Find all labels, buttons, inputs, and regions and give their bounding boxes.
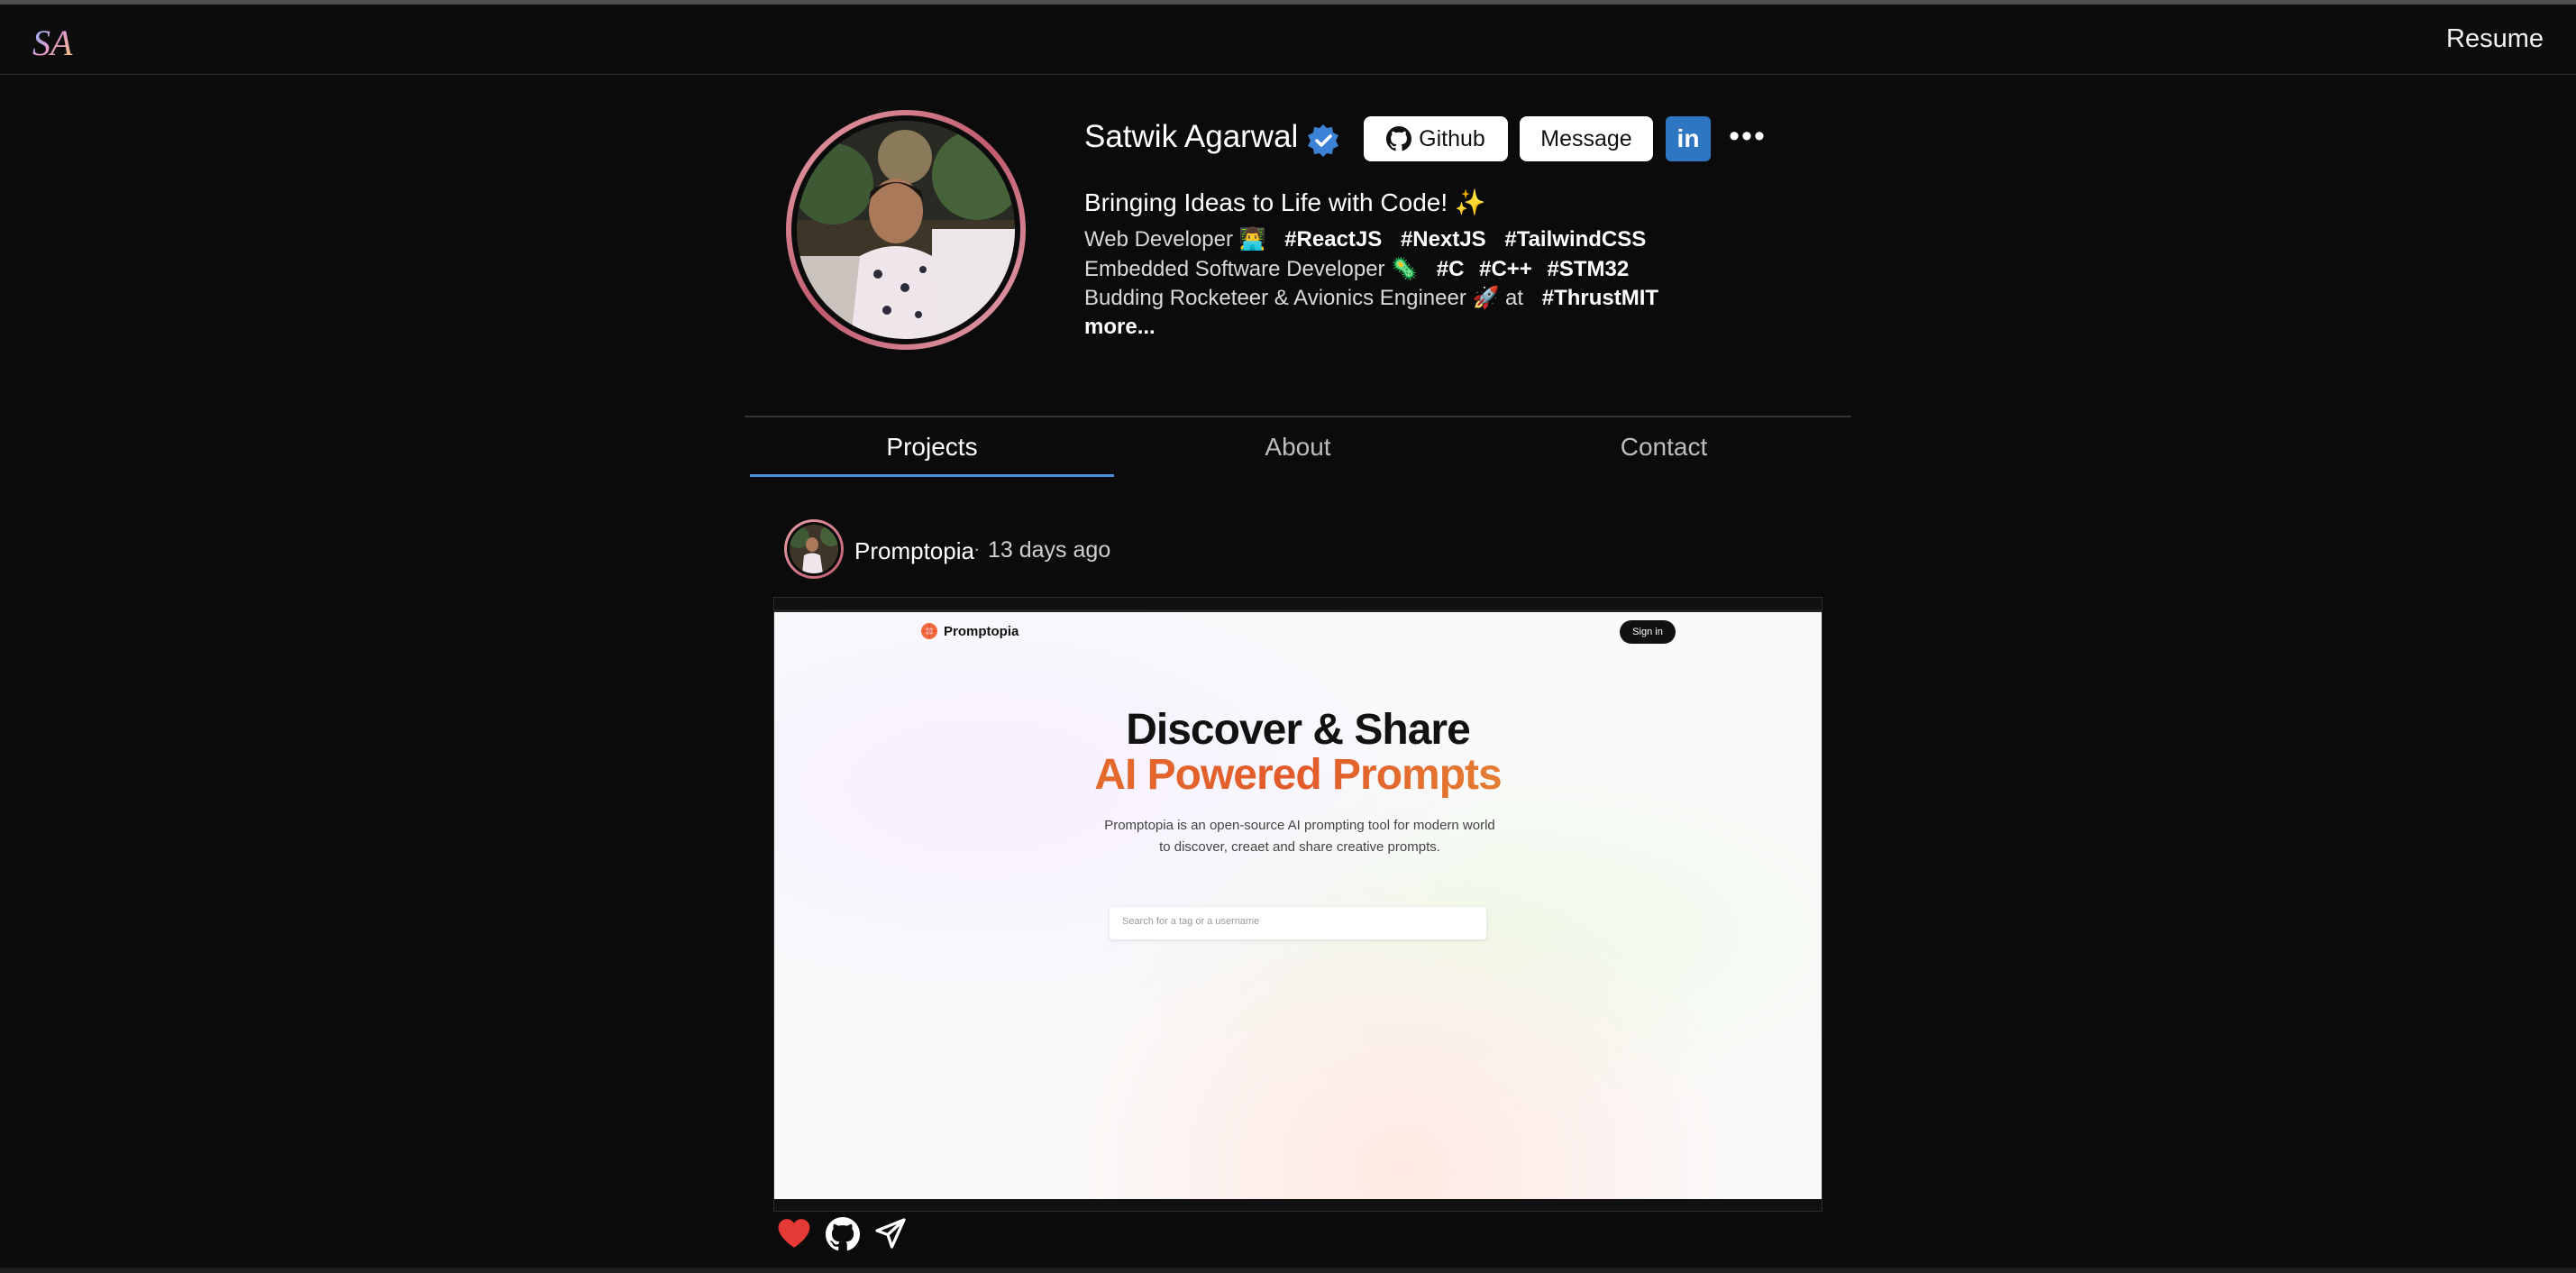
tab-about[interactable]: About bbox=[1118, 433, 1478, 462]
profile-name: Satwik Agarwal bbox=[1084, 119, 1299, 154]
profile-photo bbox=[797, 121, 1015, 339]
hashtag-link[interactable]: #C bbox=[1437, 257, 1465, 281]
window-bottom-edge bbox=[0, 1268, 2576, 1273]
linkedin-icon: in bbox=[1676, 124, 1700, 152]
profile-avatar[interactable] bbox=[786, 110, 1026, 350]
bio-text: Budding Rocketeer & Avionics Engineer 🚀 … bbox=[1084, 286, 1524, 310]
bio-line-embedded: Embedded Software Developer 🦠 #C #C++ #S… bbox=[1084, 256, 1629, 282]
like-heart-icon[interactable] bbox=[777, 1217, 811, 1253]
screenshot-description: Promptopia is an open-source AI promptin… bbox=[1104, 818, 1495, 855]
github-icon[interactable] bbox=[826, 1217, 860, 1253]
bio-text: Web Developer 👨‍💻 bbox=[1084, 227, 1266, 252]
post-author-avatar[interactable] bbox=[784, 519, 844, 579]
send-icon[interactable] bbox=[874, 1217, 907, 1253]
section-divider bbox=[744, 416, 1851, 417]
promptopia-logo-icon bbox=[921, 623, 937, 639]
hashtag-link[interactable]: #C++ bbox=[1479, 257, 1532, 281]
logo[interactable]: SA bbox=[31, 21, 81, 64]
resume-link[interactable]: Resume bbox=[2446, 24, 2544, 54]
profile-tagline: Bringing Ideas to Life with Code! ✨ bbox=[1084, 188, 1486, 216]
more-options-icon[interactable]: ••• bbox=[1725, 121, 1770, 157]
screenshot-brand: Promptopia bbox=[920, 622, 1019, 640]
hashtag-link[interactable]: #ReactJS bbox=[1284, 227, 1382, 252]
screenshot-heading-1: Discover & Share bbox=[1126, 706, 1471, 754]
post-screenshot[interactable]: Promptopia Sign in Discover & Share AI P… bbox=[774, 609, 1822, 1199]
active-tab-indicator bbox=[750, 474, 1114, 477]
github-icon bbox=[1386, 126, 1412, 151]
logo-text: SA bbox=[32, 23, 73, 63]
top-navbar: SA Resume bbox=[0, 5, 2576, 75]
hashtag-link[interactable]: #STM32 bbox=[1548, 257, 1630, 281]
screenshot-signin-button: Sign in bbox=[1620, 620, 1676, 644]
hashtag-link[interactable]: #TailwindCSS bbox=[1504, 227, 1646, 252]
tab-projects[interactable]: Projects bbox=[752, 433, 1112, 462]
post-separator: · bbox=[973, 537, 981, 560]
github-button-label: Github bbox=[1419, 125, 1485, 151]
post-title[interactable]: Promptopia bbox=[854, 537, 974, 565]
hashtag-link[interactable]: #ThrustMIT bbox=[1542, 286, 1658, 310]
bio-more-link[interactable]: more... bbox=[1084, 315, 1156, 340]
message-button[interactable]: Message bbox=[1520, 116, 1653, 161]
screenshot-brand-name: Promptopia bbox=[944, 623, 1019, 639]
verified-badge-icon bbox=[1305, 123, 1341, 159]
screenshot-heading-2: AI Powered Prompts bbox=[774, 750, 1822, 800]
screenshot-search-field: Search for a tag or a username bbox=[1110, 907, 1486, 939]
screenshot-top-bar bbox=[774, 609, 1822, 612]
github-button[interactable]: Github bbox=[1364, 116, 1508, 161]
linkedin-button[interactable]: in bbox=[1666, 116, 1711, 161]
post-timestamp: 13 days ago bbox=[988, 537, 1111, 563]
bio-line-rocketry: Budding Rocketeer & Avionics Engineer 🚀 … bbox=[1084, 285, 1658, 311]
message-button-label: Message bbox=[1540, 125, 1632, 151]
bio-text: Embedded Software Developer 🦠 bbox=[1084, 257, 1419, 281]
tab-contact[interactable]: Contact bbox=[1484, 433, 1844, 462]
bio-line-web: Web Developer 👨‍💻 #ReactJS #NextJS #Tail… bbox=[1084, 226, 1646, 252]
hashtag-link[interactable]: #NextJS bbox=[1401, 227, 1486, 252]
